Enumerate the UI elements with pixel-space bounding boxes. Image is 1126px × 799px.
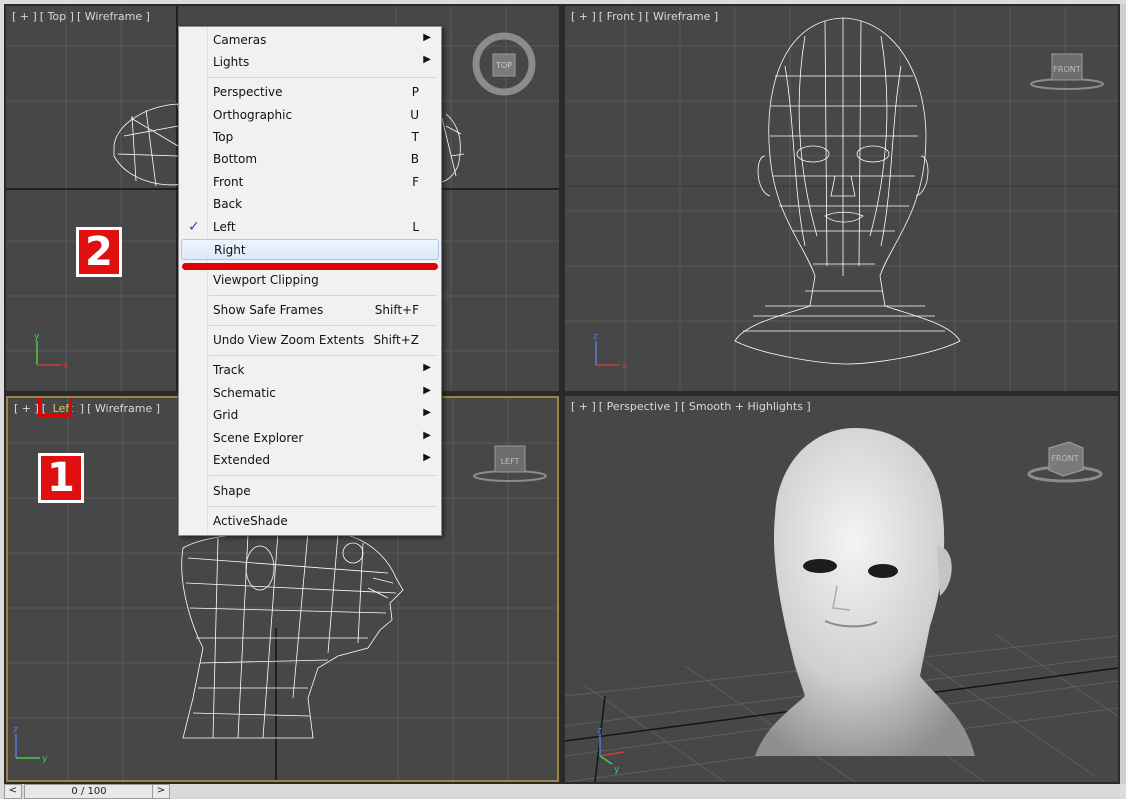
menu-item-bottom[interactable]: Bottom B (181, 149, 439, 170)
viewcube-top[interactable]: TOP (468, 28, 540, 100)
menu-item-left[interactable]: ✓ Left L (181, 217, 439, 238)
submenu-arrow-icon: ▶ (423, 407, 431, 418)
menu-separator (209, 475, 437, 476)
highlight-underline-right (182, 263, 438, 270)
svg-text:y: y (614, 765, 620, 775)
highlight-box-left-label (38, 398, 72, 417)
menu-separator (209, 325, 437, 326)
menu-item-top[interactable]: Top T (181, 127, 439, 148)
svg-text:z: z (13, 725, 18, 735)
step-number-1: 1 (38, 453, 84, 503)
right-edge-strip (1120, 4, 1126, 784)
viewcube-perspective[interactable]: FRONT (1025, 434, 1105, 486)
viewcube-left[interactable]: LEFT (470, 438, 550, 488)
head-wireframe-front (734, 17, 961, 365)
axis-tripod-top: y x (34, 332, 69, 371)
menu-item-schematic[interactable]: Schematic ▶ (181, 383, 439, 404)
svg-text:y: y (34, 332, 40, 342)
checkmark-icon: ✓ (188, 219, 200, 235)
step-number-2: 2 (76, 227, 122, 277)
menu-item-shape[interactable]: Shape (181, 481, 439, 502)
axis-tripod-perspective: z y (597, 726, 625, 775)
time-next-button[interactable]: > (152, 784, 170, 799)
submenu-arrow-icon: ▶ (423, 430, 431, 441)
menu-separator (209, 295, 437, 296)
menu-item-back[interactable]: Back (181, 194, 439, 215)
viewport-perspective[interactable]: [ + ][ Perspective ][ Smooth + Highlight… (565, 396, 1118, 782)
menu-separator (209, 77, 437, 78)
menu-item-track[interactable]: Track ▶ (181, 360, 439, 381)
viewport-area: [ + ][ Top ][ Wireframe ] TOP y x [+] … (4, 4, 1120, 784)
svg-text:y: y (42, 754, 48, 764)
svg-text:x: x (63, 361, 69, 371)
axis-tripod-left: z y (13, 725, 48, 764)
menu-item-activeshade[interactable]: ActiveShade (181, 511, 439, 532)
menu-item-lights[interactable]: Lights ▶ (181, 52, 439, 73)
svg-text:z: z (597, 726, 602, 736)
submenu-arrow-icon: ▶ (423, 54, 431, 65)
time-slider[interactable]: < 0 / 100 > (4, 784, 1120, 799)
menu-item-grid[interactable]: Grid ▶ (181, 405, 439, 426)
menu-separator (209, 355, 437, 356)
menu-item-extended[interactable]: Extended ▶ (181, 450, 439, 471)
viewport-front[interactable]: [ + ][ Front ][ Wireframe ] FRONT z x (565, 6, 1118, 391)
menu-item-undo-view-zoom[interactable]: Undo View Zoom Extents Shift+Z (181, 330, 439, 351)
viewport-label-context-menu: Cameras ▶ Lights ▶ Perspective P Orthograph… (178, 26, 442, 536)
head-render-perspective (755, 428, 975, 756)
menu-item-perspective[interactable]: Perspective P (181, 82, 439, 103)
viewcube-front[interactable]: FRONT (1027, 46, 1107, 96)
submenu-arrow-icon: ▶ (423, 362, 431, 373)
svg-text:x: x (622, 361, 628, 371)
viewport-label-left[interactable]: [ + ][ Left ][ Wireframe ] (14, 402, 163, 415)
head-wireframe-left (181, 530, 404, 739)
viewport-label-top[interactable]: [ + ][ Top ][ Wireframe ] (12, 10, 153, 23)
axis-tripod-front: z x (593, 332, 628, 371)
submenu-arrow-icon: ▶ (423, 32, 431, 43)
time-prev-button[interactable]: < (4, 784, 22, 799)
menu-separator (209, 506, 437, 507)
menu-item-scene-explorer[interactable]: Scene Explorer ▶ (181, 428, 439, 449)
menu-item-orthographic[interactable]: Orthographic U (181, 105, 439, 126)
menu-item-cameras[interactable]: Cameras ▶ (181, 30, 439, 51)
svg-text:z: z (593, 332, 598, 342)
menu-item-right[interactable]: Right (181, 239, 439, 260)
viewport-label-perspective[interactable]: [ + ][ Perspective ][ Smooth + Highlight… (571, 400, 814, 413)
submenu-arrow-icon: ▶ (423, 452, 431, 463)
submenu-arrow-icon: ▶ (423, 385, 431, 396)
menu-item-viewport-clipping[interactable]: Viewport Clipping (181, 270, 439, 291)
menu-item-front[interactable]: Front F (181, 172, 439, 193)
menu-item-show-safe-frames[interactable]: Show Safe Frames Shift+F (181, 300, 439, 321)
3ds-max-window: [ + ][ Top ][ Wireframe ] TOP y x [+] … (0, 0, 1126, 799)
time-frame-indicator[interactable]: 0 / 100 (24, 784, 154, 799)
viewport-label-front[interactable]: [ + ][ Front ][ Wireframe ] (571, 10, 721, 23)
